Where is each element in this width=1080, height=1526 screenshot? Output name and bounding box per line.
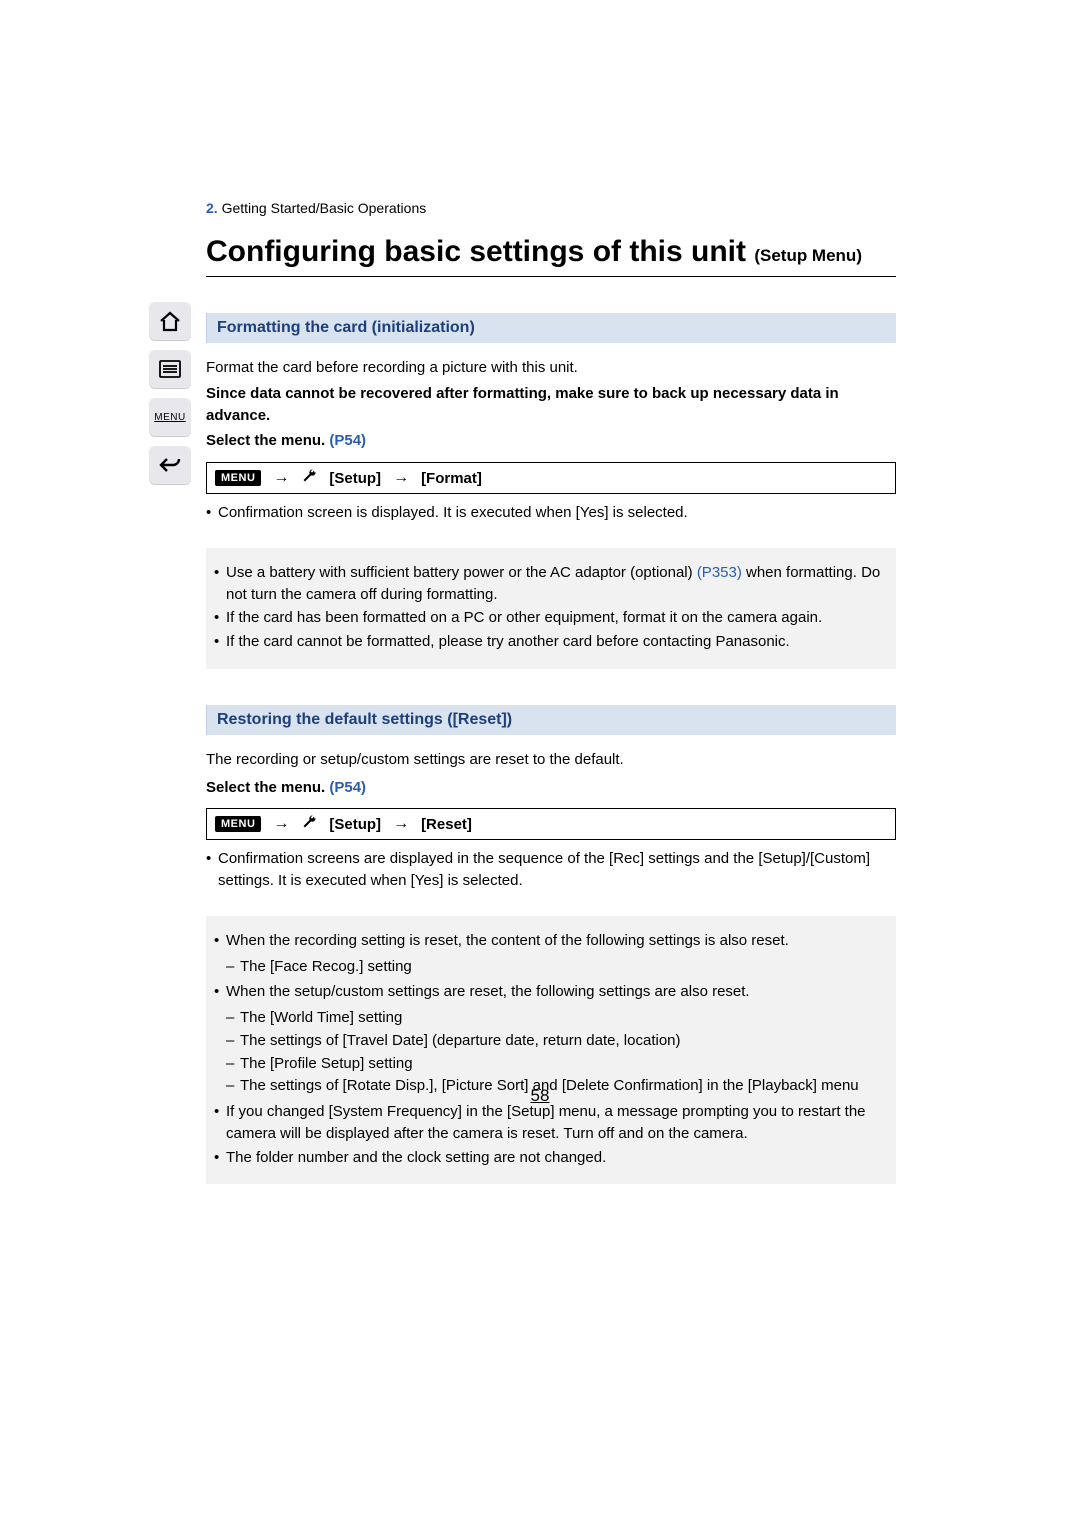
menu-icon[interactable]: MENU — [149, 398, 191, 436]
format-info-2: If the card has been formatted on a PC o… — [214, 607, 888, 629]
title-sub: (Setup Menu) — [754, 246, 862, 265]
menu-path-reset: MENU → [Setup] → [Reset] — [206, 808, 896, 840]
path-target-reset: [Reset] — [421, 816, 472, 833]
format-confirm-note: Confirmation screen is displayed. It is … — [206, 502, 896, 524]
format-info-3: If the card cannot be formatted, please … — [214, 631, 888, 653]
arrow-icon: → — [393, 469, 409, 487]
reset-info-b2d3: The [Profile Setup] setting — [226, 1053, 888, 1075]
menu-label: MENU — [154, 412, 185, 423]
page-title: Configuring basic settings of this unit … — [206, 234, 896, 277]
reset-confirm-note: Confirmation screens are displayed in th… — [206, 848, 896, 892]
sidebar: MENU — [148, 302, 192, 484]
menu-chip-icon: MENU — [215, 470, 261, 486]
arrow-icon: → — [273, 815, 289, 833]
wrench-icon — [301, 814, 317, 834]
page-content: 2. Getting Started/Basic Operations Conf… — [206, 200, 896, 1184]
format-intro: Format the card before recording a pictu… — [206, 357, 896, 379]
menu-path-format: MENU → [Setup] → [Format] — [206, 462, 896, 494]
menu-chip-icon: MENU — [215, 816, 261, 832]
toc-icon[interactable] — [149, 350, 191, 388]
section-heading-format: Formatting the card (initialization) — [206, 313, 896, 343]
format-info-block: Use a battery with sufficient battery po… — [206, 548, 896, 669]
link-p54-b[interactable]: (P54) — [329, 779, 366, 796]
reset-info-b2d1: The [World Time] setting — [226, 1007, 888, 1029]
back-icon[interactable] — [149, 446, 191, 484]
link-p353[interactable]: (P353) — [697, 564, 742, 581]
arrow-icon: → — [393, 815, 409, 833]
reset-info-b2: When the setup/custom settings are reset… — [214, 981, 888, 1003]
reset-info-b4: The folder number and the clock setting … — [214, 1147, 888, 1169]
reset-intro: The recording or setup/custom settings a… — [206, 749, 896, 771]
format-info-1: Use a battery with sufficient battery po… — [214, 562, 888, 606]
path-target-format: [Format] — [421, 470, 482, 487]
breadcrumb-text: Getting Started/Basic Operations — [222, 200, 427, 216]
link-p54-a[interactable]: (P54) — [329, 432, 366, 449]
select-menu-2: Select the menu. (P54) — [206, 777, 896, 799]
reset-info-b3: If you changed [System Frequency] in the… — [214, 1101, 888, 1145]
home-icon[interactable] — [149, 302, 191, 340]
reset-info-block: When the recording setting is reset, the… — [206, 916, 896, 1185]
format-warning: Since data cannot be recovered after for… — [206, 383, 896, 427]
arrow-icon: → — [273, 469, 289, 487]
page-number: 58 — [0, 1086, 1080, 1106]
reset-info-b1: When the recording setting is reset, the… — [214, 930, 888, 952]
path-setup: [Setup] — [329, 816, 381, 833]
reset-info-b2d2: The settings of [Travel Date] (departure… — [226, 1030, 888, 1052]
breadcrumb: 2. Getting Started/Basic Operations — [206, 200, 896, 216]
title-main: Configuring basic settings of this unit — [206, 235, 754, 268]
path-setup: [Setup] — [329, 470, 381, 487]
breadcrumb-number: 2. — [206, 200, 218, 216]
section-heading-reset: Restoring the default settings ([Reset]) — [206, 705, 896, 735]
wrench-icon — [301, 468, 317, 488]
reset-info-b1d1: The [Face Recog.] setting — [226, 956, 888, 978]
select-menu-1: Select the menu. (P54) — [206, 430, 896, 452]
